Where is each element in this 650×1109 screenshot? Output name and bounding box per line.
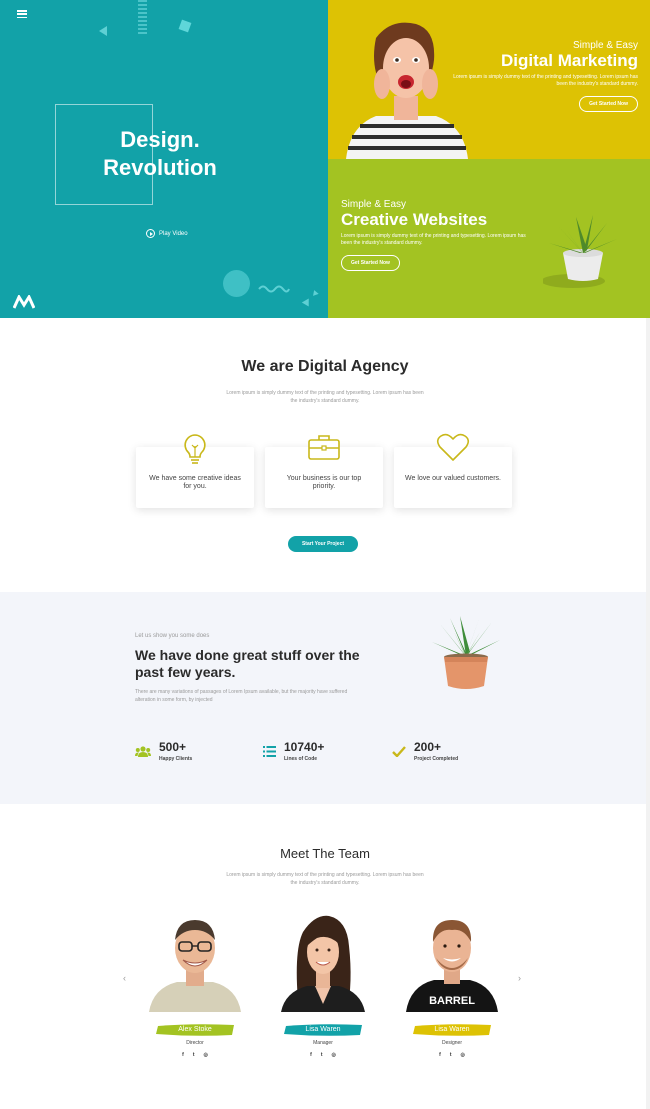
stat-happy-clients: 500+ Happy Clients <box>135 741 192 762</box>
feature-card-text: Your business is our top priority. <box>286 475 362 490</box>
get-started-button[interactable]: Get Started Now <box>341 255 400 271</box>
carousel-next-arrow-icon[interactable]: › <box>518 973 521 983</box>
decoration-circle <box>223 270 250 297</box>
heart-icon <box>436 433 470 461</box>
member-name-badge: Lisa Waren <box>282 1023 364 1037</box>
team-title: Meet The Team <box>280 846 370 861</box>
stat-label: Lines of Code <box>284 756 318 762</box>
decoration-triangle-small <box>301 296 313 307</box>
promo-kicker: Simple & Easy <box>572 40 638 51</box>
promo-title: Digital Marketing <box>501 51 638 70</box>
hero-title: Design. Revolution <box>80 126 240 182</box>
promo-description: Lorem ipsum is simply dummy text of the … <box>453 74 638 87</box>
play-video-button[interactable]: Play Video <box>146 229 188 238</box>
stat-label: Project Completed <box>414 756 459 762</box>
stats-section: Let us show you some does We have done g… <box>0 592 650 804</box>
member-social-links: f t ◎ <box>402 1052 502 1058</box>
member-photo: BARREL <box>402 912 502 1012</box>
stats-description: There are many variations of passages of… <box>135 689 348 703</box>
member-name: Lisa Waren <box>305 1026 341 1033</box>
team-member-card: BARREL Lisa Waren Designer f t ◎ <box>402 912 502 1058</box>
member-name-badge: Lisa Waren <box>411 1023 493 1037</box>
agency-title: We are Digital Agency <box>241 358 409 375</box>
menu-icon[interactable] <box>17 10 27 18</box>
decoration-square <box>178 19 192 33</box>
twitter-icon[interactable]: t <box>193 1052 195 1058</box>
facebook-icon[interactable]: f <box>182 1052 184 1058</box>
promo-title: Creative Websites <box>341 210 488 229</box>
start-project-button[interactable]: Start Your Project <box>288 536 358 552</box>
member-name: Lisa Waren <box>434 1026 470 1033</box>
play-video-label: Play Video <box>159 230 188 237</box>
list-icon <box>263 746 276 757</box>
hero-design-panel: Design. Revolution Play Video <box>0 0 328 318</box>
member-photo <box>273 912 373 1012</box>
member-name-badge: Alex Stoke <box>154 1023 236 1037</box>
instagram-icon[interactable]: ◎ <box>460 1052 464 1058</box>
lightbulb-icon <box>184 434 206 464</box>
brand-logo-icon <box>13 295 35 309</box>
digital-marketing-panel: Simple & Easy Digital Marketing Lorem ip… <box>328 0 650 159</box>
potted-aloe-image <box>432 616 500 689</box>
stat-value: 10740+ <box>284 740 325 754</box>
stat-value: 200+ <box>414 740 442 754</box>
feature-card-text: We love our valued customers. <box>405 475 501 482</box>
creative-websites-panel: Simple & Easy Creative Websites Lorem ip… <box>328 159 650 318</box>
play-icon <box>146 229 155 238</box>
feature-card-business: Your business is our top priority. <box>265 435 383 508</box>
agency-subtitle: Lorem ipsum is simply dummy text of the … <box>226 390 424 404</box>
check-icon <box>392 746 406 757</box>
carousel-prev-arrow-icon[interactable]: ‹ <box>123 973 126 983</box>
decoration-stripes <box>138 0 147 34</box>
promo-description: Lorem ipsum is simply dummy text of the … <box>341 233 526 246</box>
facebook-icon[interactable]: f <box>439 1052 441 1058</box>
team-subtitle: Lorem ipsum is simply dummy text of the … <box>226 872 424 886</box>
member-role: Director <box>186 1040 204 1046</box>
feature-card-text: We have some creative ideas for you. <box>149 475 241 490</box>
feature-card-customers: We love our valued customers. <box>394 433 512 508</box>
hero-title-line2: Revolution <box>103 155 217 180</box>
get-started-button[interactable]: Get Started Now <box>579 96 638 112</box>
member-photo <box>145 912 245 1012</box>
member-role: Designer <box>441 1040 462 1046</box>
stat-value: 500+ <box>159 740 187 754</box>
stats-kicker: Let us show you some does <box>135 633 210 639</box>
hero-section: Design. Revolution Play Video Simple & E… <box>0 0 650 318</box>
succulent-plant-image <box>543 215 617 288</box>
member-social-links: f t ◎ <box>273 1052 373 1058</box>
instagram-icon[interactable]: ◎ <box>331 1052 335 1058</box>
digital-marketing-text: Simple & Easy Digital Marketing Lorem ip… <box>448 40 638 112</box>
twitter-icon[interactable]: t <box>450 1052 452 1058</box>
decoration-triangle <box>99 26 107 36</box>
facebook-icon[interactable]: f <box>310 1052 312 1058</box>
decoration-triangle-tiny <box>311 289 319 296</box>
twitter-icon[interactable]: t <box>321 1052 323 1058</box>
stats-title: We have done great stuff over the past f… <box>135 647 360 680</box>
member-social-links: f t ◎ <box>145 1052 245 1058</box>
users-icon <box>135 746 151 757</box>
team-member-card: Lisa Waren Manager f t ◎ <box>273 912 373 1058</box>
stat-projects-completed: 200+ Project Completed <box>392 741 458 762</box>
decoration-squiggle <box>258 285 290 293</box>
scrollbar-track[interactable] <box>646 318 650 1109</box>
creative-websites-text: Simple & Easy Creative Websites Lorem ip… <box>341 199 531 271</box>
member-role: Manager <box>313 1040 333 1046</box>
hero-title-line1: Design. <box>120 127 200 152</box>
svg-text:BARREL: BARREL <box>429 995 475 1007</box>
promo-kicker: Simple & Easy <box>341 199 407 210</box>
instagram-icon[interactable]: ◎ <box>203 1052 207 1058</box>
feature-card-ideas: We have some creative ideas for you. <box>136 434 254 508</box>
briefcase-icon <box>308 435 340 460</box>
member-name: Alex Stoke <box>178 1026 212 1033</box>
stat-label: Happy Clients <box>159 756 193 762</box>
team-member-card: Alex Stoke Director f t ◎ <box>145 912 245 1058</box>
stat-lines-of-code: 10740+ Lines of Code <box>263 741 324 762</box>
